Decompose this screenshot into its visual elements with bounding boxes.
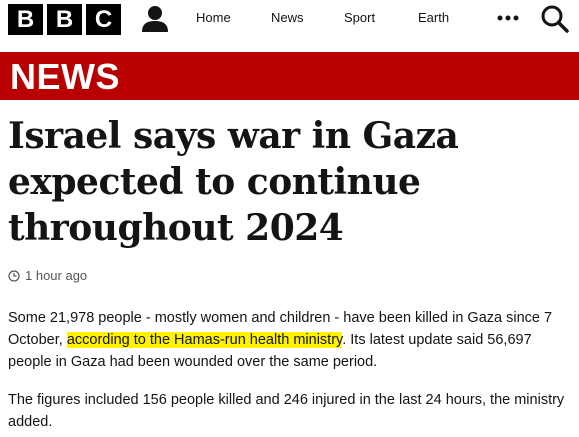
nav-item-earth[interactable]: Earth — [418, 10, 449, 25]
logo-letter-c: C — [86, 4, 121, 35]
nav-item-home[interactable]: Home — [196, 10, 231, 25]
article-timestamp: 1 hour ago — [8, 268, 87, 283]
more-dots-icon[interactable] — [496, 10, 520, 26]
article-paragraph: The figures included 156 people killed a… — [8, 392, 565, 430]
health-ministry-link[interactable]: according to the Hamas-run health minist… — [66, 332, 343, 348]
news-section-label[interactable]: NEWS — [10, 56, 120, 98]
timestamp-text: 1 hour ago — [25, 268, 88, 283]
search-icon[interactable] — [540, 4, 570, 34]
top-navigation: B B C Home News Sport Earth — [0, 0, 579, 44]
logo-letter-b1: B — [8, 4, 43, 35]
person-icon[interactable] — [140, 4, 170, 34]
clock-icon — [8, 269, 20, 282]
bbc-logo[interactable]: B B C — [8, 4, 121, 35]
article-paragraph: Some 21,978 people - mostly women and ch… — [8, 307, 573, 373]
logo-letter-b2: B — [47, 4, 82, 35]
nav-item-sport[interactable]: Sport — [344, 10, 375, 25]
news-banner: NEWS — [0, 52, 579, 100]
article-headline: Israel says war in Gaza expected to cont… — [8, 115, 459, 249]
nav-item-news[interactable]: News — [271, 10, 304, 25]
